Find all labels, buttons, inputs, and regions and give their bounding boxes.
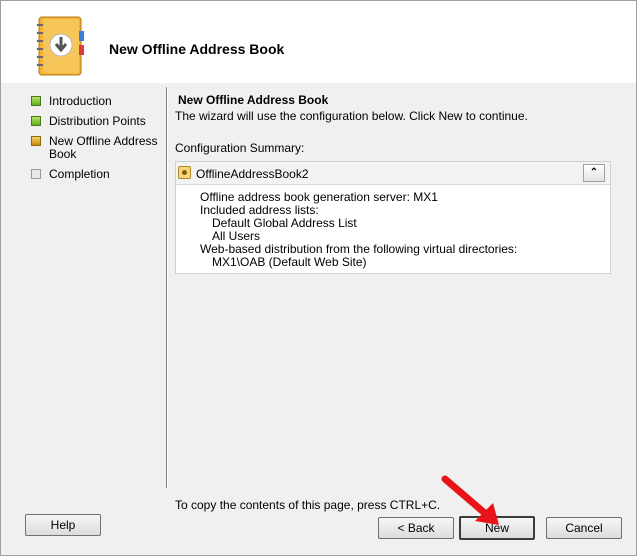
configuration-summary[interactable]: OfflineAddressBook2 ⌃ Offline address bo… bbox=[175, 161, 611, 274]
step-current-icon bbox=[31, 136, 41, 146]
cancel-button[interactable]: Cancel bbox=[546, 517, 622, 539]
step-label: New Offline Address Book bbox=[49, 134, 158, 161]
step-label: Distribution Points bbox=[49, 114, 146, 128]
step-label: Completion bbox=[49, 167, 110, 181]
summary-header: OfflineAddressBook2 ⌃ bbox=[176, 162, 610, 185]
wizard-steps: Introduction Distribution Points New Off… bbox=[31, 95, 161, 188]
step-introduction: Introduction bbox=[31, 95, 161, 108]
page-description: The wizard will use the configuration be… bbox=[175, 109, 528, 123]
summary-line: MX1\OAB (Default Web Site) bbox=[212, 255, 367, 269]
step-label: Introduction bbox=[49, 94, 112, 108]
vertical-divider bbox=[166, 87, 168, 488]
step-distribution-points: Distribution Points bbox=[31, 115, 161, 128]
step-pending-icon bbox=[31, 169, 41, 179]
step-complete-icon bbox=[31, 116, 41, 126]
wizard-title: New Offline Address Book bbox=[109, 41, 285, 57]
page-heading: New Offline Address Book bbox=[178, 93, 329, 107]
help-button[interactable]: Help bbox=[25, 514, 101, 536]
wizard-window: New Offline Address Book Introduction Di… bbox=[0, 0, 637, 556]
copy-hint: To copy the contents of this page, press… bbox=[175, 498, 441, 512]
step-complete-icon bbox=[31, 96, 41, 106]
address-book-icon bbox=[37, 16, 84, 76]
red-arrow-icon bbox=[441, 475, 499, 525]
summary-label: Configuration Summary: bbox=[175, 141, 305, 155]
step-completion: Completion bbox=[31, 168, 161, 181]
wizard-header: New Offline Address Book bbox=[1, 1, 636, 83]
summary-details: Offline address book generation server: … bbox=[200, 191, 517, 269]
offline-address-book-icon bbox=[178, 166, 191, 179]
collapse-button[interactable]: ⌃ bbox=[583, 164, 605, 182]
summary-item-name: OfflineAddressBook2 bbox=[196, 167, 309, 181]
step-new-offline-address-book: New Offline Address Book bbox=[31, 135, 161, 161]
